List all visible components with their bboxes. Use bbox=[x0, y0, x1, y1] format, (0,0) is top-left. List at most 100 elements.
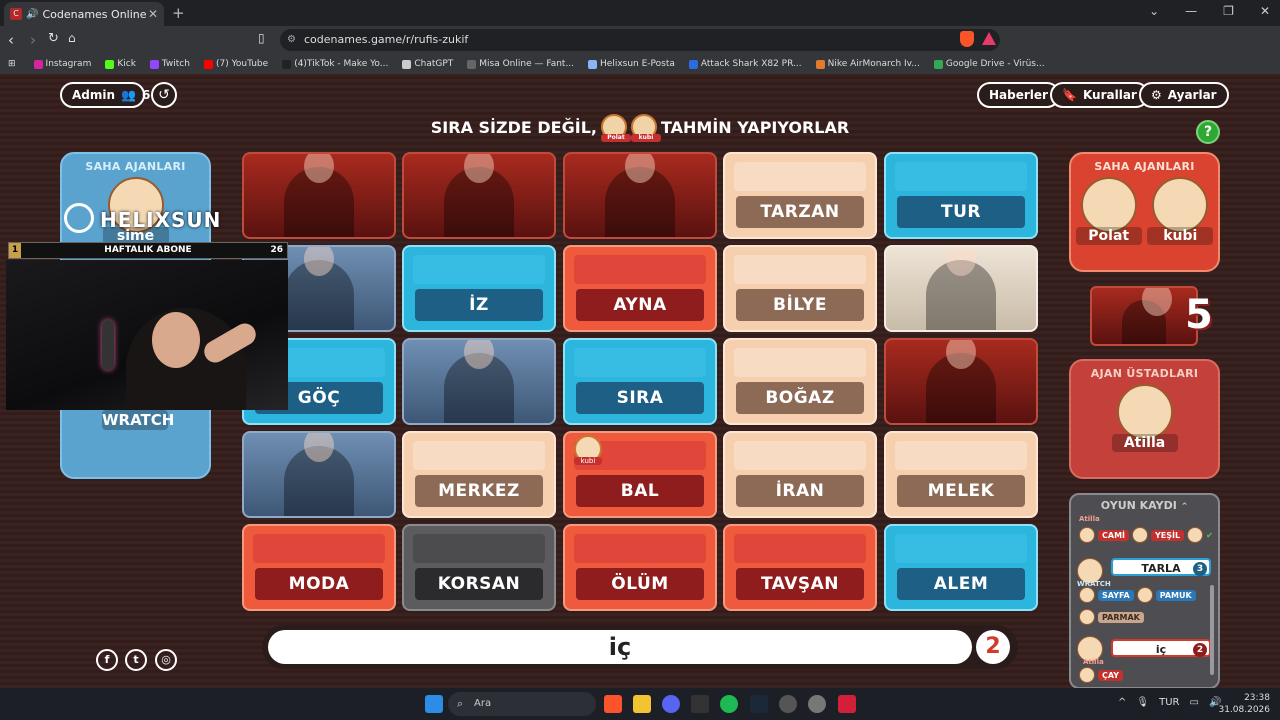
log-guess: PAMUK bbox=[1155, 589, 1196, 601]
next-app-icon[interactable] bbox=[691, 695, 709, 713]
restore-icon[interactable]: ❐ bbox=[1223, 4, 1234, 18]
brave-icon[interactable] bbox=[604, 695, 622, 713]
word-card[interactable] bbox=[884, 338, 1038, 425]
bookmark-item[interactable]: Misa Online — Fant... bbox=[467, 59, 574, 69]
tab-search-icon[interactable]: ⌄ bbox=[1149, 4, 1159, 18]
brave-rewards-icon[interactable] bbox=[982, 32, 996, 45]
word-card[interactable]: ÖLÜM bbox=[563, 524, 717, 611]
reset-icon[interactable]: ↺ bbox=[151, 82, 177, 108]
word-card[interactable]: ALEM bbox=[884, 524, 1038, 611]
bookmark-item[interactable]: (7) YouTube bbox=[203, 59, 268, 69]
blue-spymaster[interactable]: WRATCH bbox=[102, 410, 174, 430]
word-card[interactable]: MELEK bbox=[884, 431, 1038, 518]
bookmark-item[interactable]: Google Drive - Virüs... bbox=[933, 59, 1045, 69]
brave-shield-icon[interactable] bbox=[960, 31, 974, 47]
chevron-up-tray-icon[interactable]: ^ bbox=[1118, 697, 1126, 708]
settings-app-icon[interactable] bbox=[808, 695, 826, 713]
bookmark-label: Helixsun E-Posta bbox=[600, 59, 675, 69]
red-operative-kubi[interactable]: kubi bbox=[1147, 173, 1214, 245]
bookmark-item[interactable]: Helixsun E-Posta bbox=[588, 59, 675, 69]
start-icon[interactable] bbox=[425, 695, 443, 713]
rules-button[interactable]: 🔖 Kurallar bbox=[1050, 82, 1149, 108]
red-spymaster[interactable]: Atilla bbox=[1111, 380, 1178, 452]
language-indicator[interactable]: TUR bbox=[1159, 697, 1179, 708]
word-card[interactable]: İRAN bbox=[723, 431, 877, 518]
word-card[interactable]: TUR bbox=[884, 152, 1038, 239]
avatar bbox=[1132, 527, 1148, 543]
bookmark-favicon-icon bbox=[203, 59, 213, 69]
network-icon[interactable]: ▭ bbox=[1189, 697, 1198, 708]
reload-icon[interactable]: ↻ bbox=[48, 31, 59, 46]
obs-icon[interactable] bbox=[779, 695, 797, 713]
revealed-agent-figure bbox=[444, 340, 514, 423]
banner-player-name: Polat bbox=[600, 134, 631, 142]
word-card[interactable]: TAVŞAN bbox=[723, 524, 877, 611]
red-app-icon[interactable] bbox=[838, 695, 856, 713]
bookmark-label: Misa Online — Fant... bbox=[479, 59, 575, 69]
word-card[interactable]: BOĞAZ bbox=[723, 338, 877, 425]
game-log[interactable]: OYUN KAYDI ⌃ Atilla CAMİ YEŞİL ✔ WRATCH … bbox=[1069, 493, 1220, 688]
instagram-icon[interactable]: ◎ bbox=[155, 649, 177, 671]
admin-button[interactable]: Admin 👥 6 bbox=[60, 82, 150, 108]
close-window-icon[interactable]: ✕ bbox=[1260, 4, 1270, 18]
bookmark-favicon-icon bbox=[467, 59, 477, 69]
clock[interactable]: 23:38 31.08.2026 bbox=[1218, 692, 1270, 716]
word-card[interactable]: KORSAN bbox=[402, 524, 556, 611]
word-card[interactable] bbox=[242, 431, 396, 518]
word-card[interactable] bbox=[242, 152, 396, 239]
game-log-title: OYUN KAYDI ⌃ bbox=[1071, 499, 1218, 512]
news-button[interactable]: Haberler bbox=[977, 82, 1060, 108]
spotify-icon[interactable] bbox=[720, 695, 738, 713]
close-tab-icon[interactable]: ✕ bbox=[148, 7, 158, 21]
microphone-icon[interactable]: 🎙 bbox=[1136, 697, 1149, 708]
rules-label: Kurallar bbox=[1082, 88, 1137, 102]
word-card[interactable]: SIRA bbox=[563, 338, 717, 425]
word-card[interactable]: BİLYE bbox=[723, 245, 877, 332]
settings-button[interactable]: ⚙ Ayarlar bbox=[1139, 82, 1229, 108]
browser-navbar: ‹ › ↻ ⌂ ▯ ⚙ codenames.game/r/rufis-zukif… bbox=[0, 26, 1280, 71]
word-card[interactable] bbox=[884, 245, 1038, 332]
word-card[interactable]: MODA bbox=[242, 524, 396, 611]
speaker-icon[interactable]: 🔊 bbox=[26, 9, 38, 20]
address-bar[interactable]: ⚙ codenames.game/r/rufis-zukif bbox=[280, 29, 1000, 51]
bookmark-item[interactable]: ChatGPT bbox=[402, 59, 453, 69]
apps-icon[interactable]: ⊞ bbox=[8, 59, 16, 69]
bookmark-item[interactable]: Twitch bbox=[149, 59, 190, 69]
word-card[interactable] bbox=[402, 152, 556, 239]
help-button[interactable]: ? bbox=[1196, 120, 1220, 144]
word-card[interactable]: TARZAN bbox=[723, 152, 877, 239]
home-icon[interactable]: ⌂ bbox=[68, 31, 76, 45]
taskbar-search[interactable]: ⌕ Ara bbox=[448, 692, 596, 716]
bookmark-item[interactable]: Attack Shark X82 PR... bbox=[688, 59, 802, 69]
browser-tab[interactable]: C 🔊 Codenames Online ✕ bbox=[4, 2, 164, 26]
log-scrollbar[interactable] bbox=[1210, 585, 1214, 675]
red-operative-polat[interactable]: Polat bbox=[1075, 173, 1142, 245]
bookmark-label: ChatGPT bbox=[414, 59, 454, 69]
new-tab-icon[interactable]: + bbox=[172, 4, 185, 22]
back-icon[interactable]: ‹ bbox=[8, 31, 14, 49]
word-card[interactable]: BAL kubi bbox=[563, 431, 717, 518]
word-card[interactable]: İZ bbox=[402, 245, 556, 332]
bookmark-icon[interactable]: ▯ bbox=[258, 31, 265, 45]
log-clue-giver: Atilla bbox=[1083, 658, 1104, 666]
word-card[interactable] bbox=[402, 338, 556, 425]
word-card[interactable]: AYNA bbox=[563, 245, 717, 332]
bookmark-item[interactable]: Nike AirMonarch Iv... bbox=[815, 59, 920, 69]
site-info-icon[interactable]: ⚙ bbox=[287, 29, 296, 51]
chevron-up-icon[interactable]: ⌃ bbox=[1181, 502, 1189, 512]
facebook-icon[interactable]: f bbox=[96, 649, 118, 671]
steam-icon[interactable] bbox=[750, 695, 768, 713]
word-card[interactable]: MERKEZ bbox=[402, 431, 556, 518]
forward-icon[interactable]: › bbox=[30, 31, 36, 49]
word-card[interactable] bbox=[563, 152, 717, 239]
file-explorer-icon[interactable] bbox=[633, 695, 651, 713]
bookmark-item[interactable]: (4)TikTok - Make Yo... bbox=[282, 59, 388, 69]
minimize-icon[interactable]: — bbox=[1185, 4, 1197, 18]
discord-icon[interactable] bbox=[662, 695, 680, 713]
revealed-agent-figure bbox=[284, 247, 354, 330]
game-log-title-text: OYUN KAYDI bbox=[1100, 499, 1177, 512]
bookmark-item[interactable]: Kick bbox=[105, 59, 136, 69]
twitter-icon[interactable]: t bbox=[125, 649, 147, 671]
bookmark-item[interactable]: Instagram bbox=[33, 59, 91, 69]
bookmark-label: (4)TikTok - Make Yo... bbox=[294, 59, 389, 69]
